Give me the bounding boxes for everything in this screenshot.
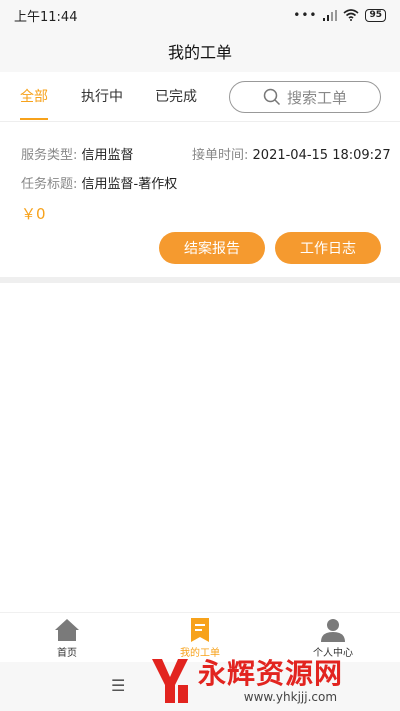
order-card[interactable]: 服务类型: 信用监督 接单时间: 2021-04-15 18:09:27 任务标…: [0, 127, 400, 277]
work-log-button[interactable]: 工作日志: [275, 232, 381, 264]
tab-all[interactable]: 全部: [20, 72, 48, 122]
service-type-label: 服务类型:: [21, 148, 78, 163]
task-title-label: 任务标题:: [21, 177, 78, 192]
task-title-value: 信用监督-著作权: [81, 177, 178, 192]
search-icon: [263, 88, 281, 106]
close-report-button[interactable]: 结案报告: [159, 232, 265, 264]
bookmark-icon: [191, 618, 209, 642]
tab-in-progress[interactable]: 执行中: [81, 72, 123, 122]
status-icons: ••• 95: [293, 8, 386, 22]
accept-time-value: 2021-04-15 18:09:27: [252, 148, 391, 163]
person-icon: [321, 619, 345, 642]
signal-icon: [323, 9, 338, 21]
task-title-row: 任务标题: 信用监督-著作权: [21, 173, 177, 192]
wifi-icon: [343, 9, 359, 21]
search-input[interactable]: 搜索工单: [229, 81, 381, 113]
page-title: 我的工单: [167, 43, 232, 62]
service-type-row: 服务类型: 信用监督: [21, 144, 134, 163]
watermark-logo: [152, 659, 188, 703]
menu-icon[interactable]: ☰: [111, 676, 125, 695]
tab-bar: 全部 执行中 已完成 搜索工单: [0, 72, 400, 122]
status-bar: 上午11:44 ••• 95: [0, 0, 400, 30]
nav-home-label: 首页: [57, 648, 77, 659]
order-price: ￥0: [21, 205, 46, 223]
home-icon: [55, 619, 79, 641]
more-dots-icon: •••: [293, 8, 318, 22]
accept-time-label: 接单时间:: [192, 148, 249, 163]
battery-icon: 95: [365, 8, 386, 22]
nav-home[interactable]: 首页: [37, 618, 97, 659]
service-type-value: 信用监督: [81, 148, 134, 163]
status-time: 上午11:44: [14, 9, 78, 25]
tab-completed[interactable]: 已完成: [155, 72, 197, 122]
watermark-title: 永辉资源网: [198, 657, 344, 690]
watermark: 永辉资源网 www.yhkjjj.com: [148, 652, 400, 710]
title-bar: 我的工单: [0, 30, 400, 72]
watermark-url: www.yhkjjj.com: [243, 690, 338, 704]
accept-time-row: 接单时间: 2021-04-15 18:09:27: [192, 144, 391, 163]
divider: [0, 277, 400, 283]
search-placeholder: 搜索工单: [286, 88, 347, 107]
